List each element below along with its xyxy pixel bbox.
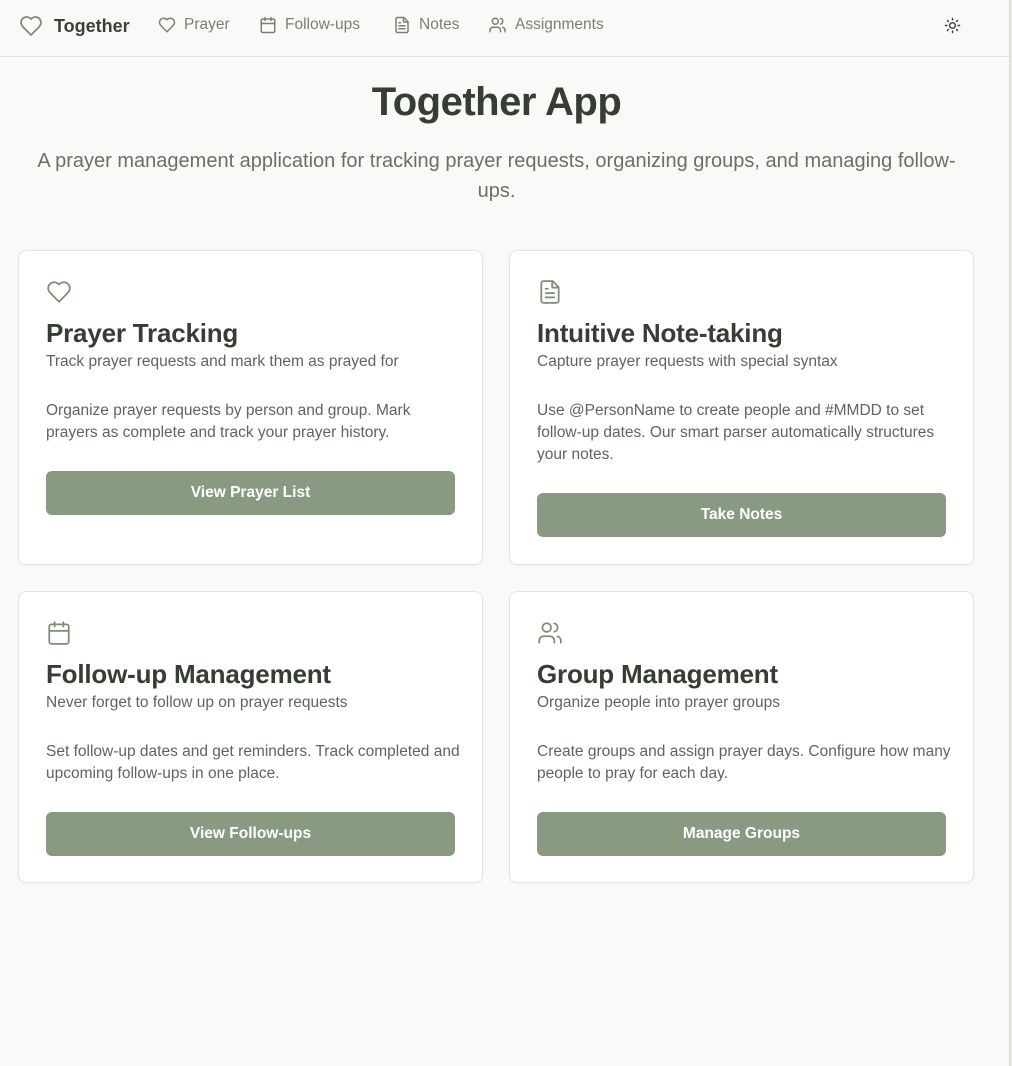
feature-card-note-taking: Intuitive Note-taking Capture prayer req… xyxy=(509,250,974,565)
sun-icon xyxy=(944,17,961,34)
card-subtitle: Track prayer requests and mark them as p… xyxy=(46,353,399,370)
card-title: Group Management xyxy=(537,659,778,689)
top-navbar: Together Prayer Follow-ups Notes Assignm… xyxy=(0,0,1009,57)
nav-item-label: Assignments xyxy=(515,16,604,33)
nav-item-label: Follow-ups xyxy=(285,16,360,33)
page-title: Together App xyxy=(371,80,622,124)
brand-link[interactable]: Together xyxy=(18,13,130,39)
page-subtitle: A prayer management application for trac… xyxy=(37,150,956,202)
theme-toggle-button[interactable] xyxy=(941,14,963,36)
card-description: Organize prayer requests by person and g… xyxy=(46,402,411,441)
users-icon xyxy=(488,16,507,34)
nav-item-follow-ups[interactable]: Follow-ups xyxy=(259,14,360,36)
card-subtitle: Organize people into prayer groups xyxy=(537,694,780,711)
file-text-icon xyxy=(393,16,411,34)
view-follow-ups-button[interactable]: View Follow-ups xyxy=(46,812,455,856)
card-subtitle: Capture prayer requests with special syn… xyxy=(537,353,838,370)
users-icon xyxy=(537,620,563,646)
feature-card-group-management: Group Management Organize people into pr… xyxy=(509,591,974,883)
manage-groups-button[interactable]: Manage Groups xyxy=(537,812,946,856)
brand-name: Together xyxy=(54,15,130,36)
heart-icon xyxy=(18,14,44,38)
card-title: Follow-up Management xyxy=(46,659,331,689)
nav-item-label: Prayer xyxy=(184,16,230,33)
heart-icon xyxy=(158,16,176,34)
nav-item-notes[interactable]: Notes xyxy=(393,14,460,36)
take-notes-button[interactable]: Take Notes xyxy=(537,493,946,537)
nav-item-label: Notes xyxy=(419,16,460,33)
calendar-icon xyxy=(46,620,72,646)
file-text-icon xyxy=(537,279,563,305)
card-title: Prayer Tracking xyxy=(46,318,239,348)
card-description: Create groups and assign prayer days. Co… xyxy=(537,743,951,782)
calendar-icon xyxy=(259,16,277,34)
card-description: Use @PersonName to create people and #MM… xyxy=(537,402,935,463)
view-prayer-list-button[interactable]: View Prayer List xyxy=(46,471,455,515)
feature-card-prayer-tracking: Prayer Tracking Track prayer requests an… xyxy=(18,250,483,565)
card-subtitle: Never forget to follow up on prayer requ… xyxy=(46,694,348,711)
card-description: Set follow-up dates and get reminders. T… xyxy=(46,743,460,782)
card-title: Intuitive Note-taking xyxy=(537,318,783,348)
nav-item-prayer[interactable]: Prayer xyxy=(158,14,230,36)
nav-item-assignments[interactable]: Assignments xyxy=(488,14,604,36)
heart-icon xyxy=(46,279,72,305)
feature-card-follow-up-management: Follow-up Management Never forget to fol… xyxy=(18,591,483,883)
